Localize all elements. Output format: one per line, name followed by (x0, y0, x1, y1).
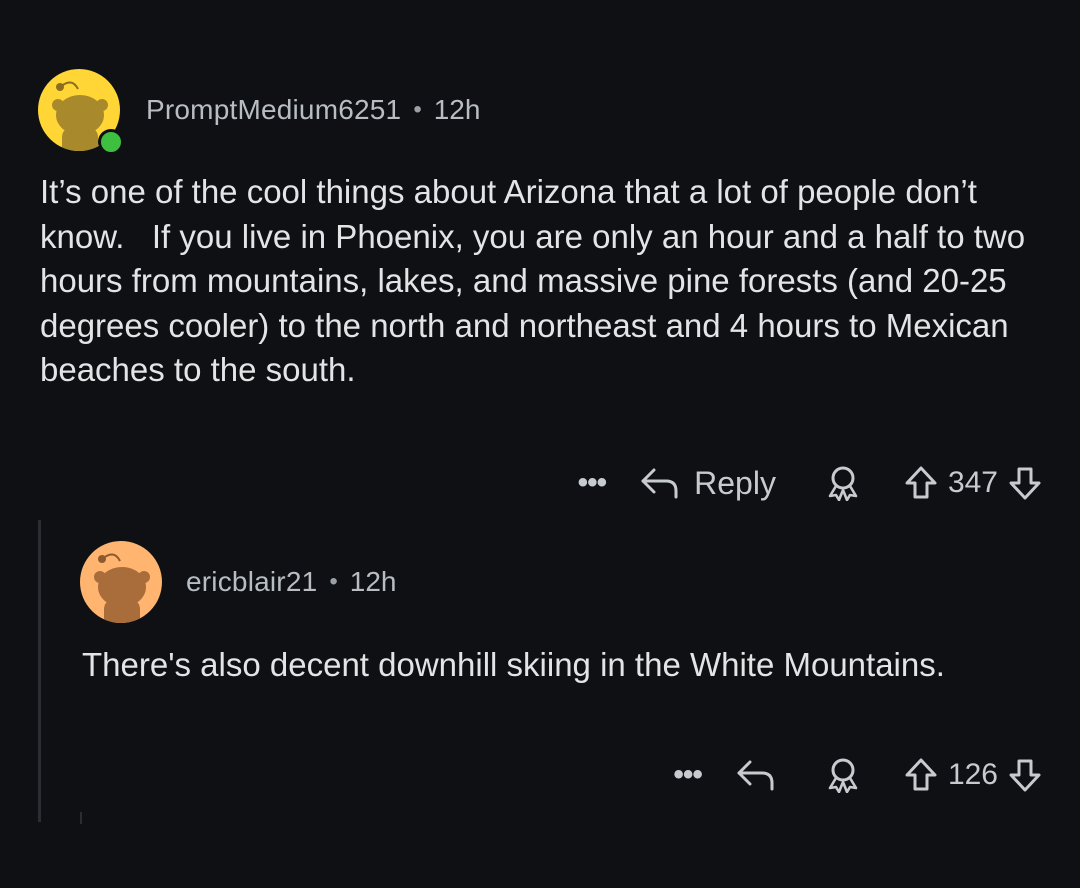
award-icon (828, 758, 858, 793)
reply-arrow-icon (737, 760, 774, 791)
more-options-button[interactable]: ••• (673, 760, 702, 790)
reply-button[interactable]: Reply (640, 465, 776, 502)
vote-score: 347 (947, 466, 998, 499)
username[interactable]: PromptMedium6251 (146, 94, 401, 126)
upvote-icon (905, 758, 937, 791)
comment-actions: ••• 126 (673, 750, 1042, 800)
more-options-button[interactable]: ••• (578, 468, 607, 498)
username[interactable]: ericblair21 (186, 566, 317, 598)
reply-button[interactable] (736, 758, 776, 792)
upvote-icon (905, 466, 937, 499)
downvote-button[interactable] (1008, 465, 1042, 501)
reply-arrow-icon (641, 468, 678, 499)
upvote-button[interactable] (904, 757, 938, 793)
thread-tick (80, 812, 82, 824)
timestamp: 12h (433, 94, 481, 125)
vote-score: 126 (947, 758, 998, 791)
reply-label: Reply (694, 464, 776, 501)
downvote-button[interactable] (1008, 757, 1042, 793)
downvote-icon (1009, 759, 1041, 792)
meta-separator: • (329, 568, 338, 595)
timestamp: 12h (349, 566, 397, 597)
user-avatar[interactable] (80, 541, 162, 623)
award-button[interactable] (826, 465, 860, 501)
snoo-avatar-icon (94, 553, 150, 623)
online-status-icon (98, 129, 124, 155)
upvote-button[interactable] (904, 465, 938, 501)
comment-actions: ••• Reply 347 (578, 458, 1042, 508)
thread-line[interactable] (38, 520, 41, 822)
meta-separator: • (413, 96, 422, 123)
award-icon (828, 466, 858, 501)
comment-body: There's also decent downhill skiing in t… (82, 646, 945, 683)
downvote-icon (1009, 467, 1041, 500)
comment-header: ericblair21 • 12h (80, 541, 397, 623)
comment-body: It’s one of the cool things about Arizon… (40, 173, 1035, 389)
award-button[interactable] (826, 757, 860, 793)
